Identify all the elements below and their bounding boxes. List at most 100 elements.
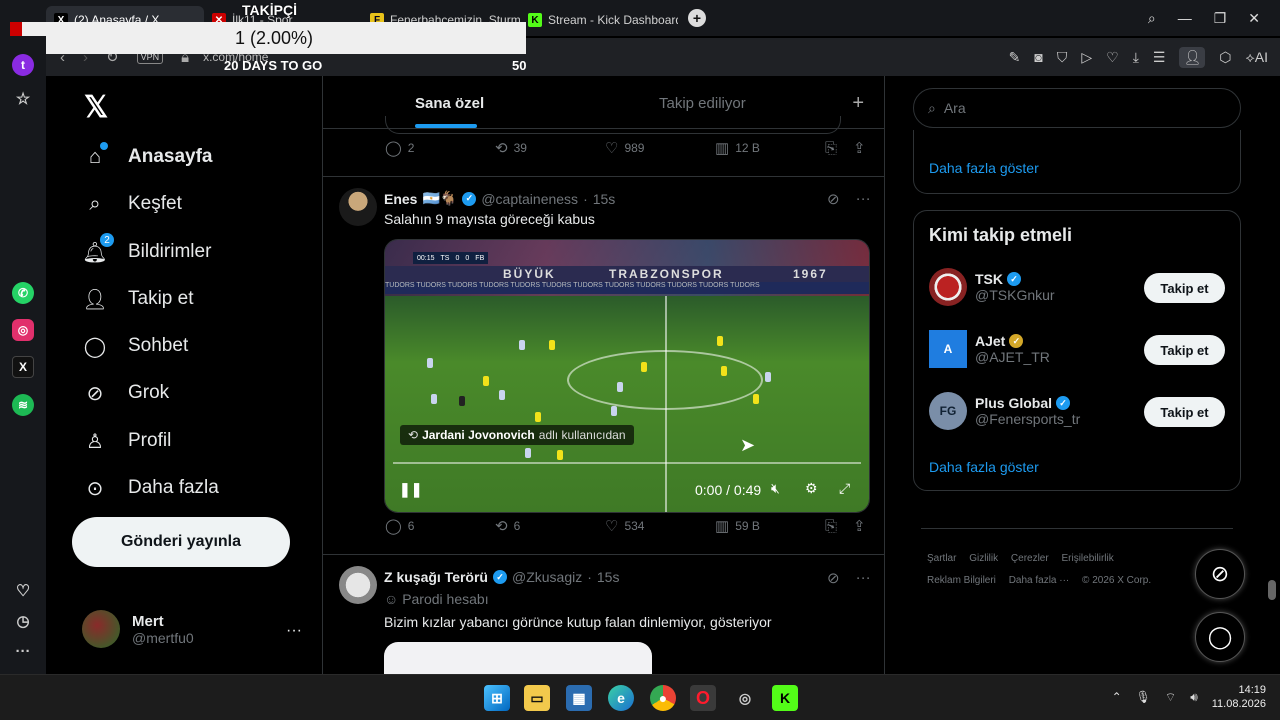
footer-link[interactable]: Erişilebilirlik [1061, 553, 1113, 564]
grok-fab-icon[interactable]: ⊘ [1195, 549, 1245, 599]
opera-gx-icon[interactable]: ◎ [732, 685, 758, 711]
windows-start-icon[interactable]: ⊞ [484, 685, 510, 711]
tweet-author-handle[interactable]: @Zkusagiz [512, 569, 582, 585]
bookmark-icon[interactable]: ⎘ [825, 140, 837, 157]
heart-icon[interactable]: ♡ [12, 580, 34, 602]
download-icon[interactable]: ⤓ [1133, 49, 1139, 66]
video-attribution[interactable]: ⟲ Jardani Jovonovich adlı kullanıcıdan [400, 425, 634, 445]
footer-link[interactable]: Gizlilik [969, 553, 998, 564]
messages-fab-icon[interactable]: ◯ [1195, 612, 1245, 662]
bookmark-icon[interactable]: ⎘ [825, 518, 837, 535]
history-icon[interactable]: ◷ [12, 610, 34, 632]
minimize-icon[interactable]: — [1178, 10, 1192, 26]
whatsapp-icon[interactable]: ✆ [12, 282, 34, 304]
more-dots-icon[interactable]: ··· [856, 190, 871, 208]
reply-button[interactable]: ◯ 6 [385, 517, 414, 535]
pause-icon[interactable]: ❚❚ [399, 481, 422, 498]
tweet-author-handle[interactable]: @captaineness [481, 191, 578, 207]
pinboard-icon[interactable]: ☆ [12, 88, 34, 110]
search-input[interactable]: ⌕ Ara [913, 88, 1241, 128]
opera-icon[interactable]: O [690, 685, 716, 711]
more-dots-icon[interactable]: ··· [12, 640, 34, 662]
share-icon[interactable]: ⇪ [853, 517, 866, 535]
instagram-icon[interactable]: ◎ [12, 319, 34, 341]
twitch-icon[interactable]: t [12, 54, 34, 76]
extensions-icon[interactable]: ⬡ [1219, 49, 1231, 66]
more-dots-icon[interactable]: ··· [856, 569, 871, 587]
edge-icon[interactable]: e [608, 685, 634, 711]
tab-kick[interactable]: K Stream - Kick Dashboard [520, 6, 678, 34]
clock[interactable]: 14:19 11.08.2026 [1212, 683, 1266, 711]
store-icon[interactable]: ▦ [566, 685, 592, 711]
post-button[interactable]: Gönderi yayınla [72, 517, 290, 567]
fullscreen-icon[interactable]: ⤢ [839, 480, 850, 497]
footer-link[interactable]: Daha fazla ··· [1009, 575, 1070, 586]
nav-profile[interactable]: ♙ Profil [82, 428, 171, 454]
edit-icon[interactable]: ✎ [1009, 49, 1021, 66]
follow-button[interactable]: Takip et [1144, 397, 1225, 427]
like-button[interactable]: ♡ 989 [605, 139, 644, 157]
mute-icon[interactable]: 🔇︎ [771, 480, 780, 497]
ai-button[interactable]: ⟡AI [1246, 49, 1269, 66]
x-logo-icon[interactable]: 𝕏 [84, 90, 108, 125]
reply-button[interactable]: ◯ 2 [385, 139, 414, 157]
grok-icon[interactable]: ⊘ [827, 569, 840, 587]
video-progress-bar[interactable] [393, 462, 861, 464]
chevron-up-icon[interactable]: ⌃ [1112, 690, 1122, 704]
file-explorer-icon[interactable]: ▭ [524, 685, 550, 711]
scrollbar-thumb[interactable] [1268, 580, 1276, 600]
new-tab-button[interactable]: + [688, 9, 706, 27]
camera-icon[interactable]: ◙ [1034, 49, 1042, 65]
add-tab-icon[interactable]: + [852, 92, 864, 115]
maximize-icon[interactable]: ❐ [1214, 10, 1227, 27]
tweet-time[interactable]: 15s [597, 569, 620, 585]
tweet-time[interactable]: 15s [593, 191, 616, 207]
avatar[interactable] [339, 188, 377, 226]
tweet-author-name[interactable]: Enes [384, 191, 417, 207]
more-dots-icon[interactable]: ··· [286, 622, 302, 640]
tab-for-you[interactable]: Sana özel [415, 95, 484, 112]
wifi-icon[interactable]: ⌔ [1165, 690, 1176, 705]
avatar[interactable] [339, 566, 377, 604]
footer-link[interactable]: Şartlar [927, 553, 956, 564]
x-sidebar-icon[interactable]: X [12, 356, 34, 378]
kick-app-icon[interactable]: K [772, 685, 798, 711]
nav-follow[interactable]: 👤︎ Takip et [82, 286, 193, 312]
spotify-icon[interactable]: ≋ [12, 394, 34, 416]
nav-notifications[interactable]: 🔔︎ 2 Bildirimler [82, 233, 211, 265]
nav-more[interactable]: ⊙ Daha fazla [82, 475, 219, 501]
shield-icon[interactable]: ⛉ [1057, 49, 1068, 66]
views-button[interactable]: ▥ 59 B [715, 517, 760, 535]
footer-link[interactable]: Çerezler [1011, 553, 1049, 564]
tweet-video[interactable]: 00:15 TS 0 0 FB BÜYÜK TRABZONSPOR 1967 T… [384, 239, 870, 513]
suggestion-item[interactable]: FG Plus Global ✓ @Fenersports_tr [929, 392, 1080, 430]
follow-button[interactable]: Takip et [1144, 335, 1225, 365]
footer-link[interactable]: Reklam Bilgileri [927, 575, 996, 586]
search-tabs-icon[interactable]: ⌕ [1148, 10, 1156, 27]
suggestion-item[interactable]: TSK ✓ @TSKGnkur [929, 268, 1055, 306]
nav-explore[interactable]: ⌕ Keşfet [82, 191, 181, 217]
microphone-icon[interactable]: 🎙︎ [1136, 690, 1151, 704]
play-icon[interactable]: ▷ [1081, 49, 1092, 66]
volume-icon[interactable]: 🔊︎ [1190, 690, 1198, 705]
heart-icon[interactable]: ♡ [1106, 49, 1119, 66]
tab-following[interactable]: Takip ediliyor [659, 95, 746, 112]
grok-icon[interactable]: ⊘ [827, 190, 840, 208]
repost-button[interactable]: ⟲ 39 [495, 139, 527, 157]
show-more-link[interactable]: Daha fazla göster [929, 160, 1039, 176]
nav-home[interactable]: ⌂ Anasayfa [82, 142, 213, 170]
tweet-author-name[interactable]: Z kuşağı Terörü [384, 569, 488, 585]
views-button[interactable]: ▥ 12 B [715, 139, 760, 157]
suggestion-item[interactable]: A AJet ✓ @AJET_TR [929, 330, 1050, 368]
settings-gear-icon[interactable]: ⚙ [805, 480, 818, 497]
repost-button[interactable]: ⟲ 6 [495, 517, 520, 535]
share-icon[interactable]: ⇪ [853, 139, 866, 157]
tweet-image[interactable] [384, 642, 652, 674]
nav-grok[interactable]: ⊘ Grok [82, 380, 170, 406]
account-switcher[interactable]: Mert @mertfu0 [82, 610, 194, 648]
nav-chat[interactable]: ◯ Sohbet [82, 333, 188, 359]
page-scrollbar[interactable] [1268, 80, 1276, 670]
menu-icon[interactable]: ☰ [1153, 49, 1166, 66]
chrome-icon[interactable]: ● [650, 685, 676, 711]
show-more-link[interactable]: Daha fazla göster [929, 459, 1039, 475]
